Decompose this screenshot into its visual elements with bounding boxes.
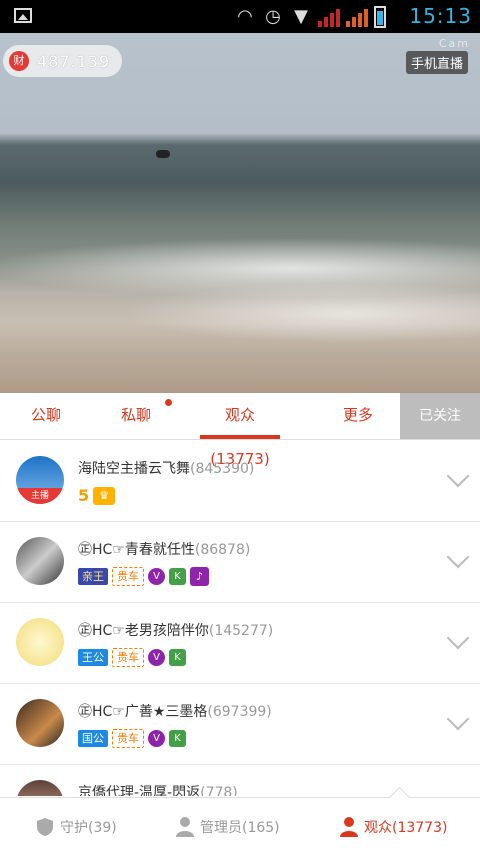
wealth-counter[interactable]: 财 487.139: [3, 45, 123, 77]
badge-car: 贵车: [112, 648, 144, 667]
mobile-live-badge: 手机直播: [405, 51, 468, 74]
badge-car: 贵车: [112, 567, 144, 586]
list-item[interactable]: ㊣HC☞老男孩陪伴你(145277) 王公 贵车 V K: [0, 602, 480, 684]
unread-dot: [165, 399, 172, 406]
image-notification-icon: [14, 8, 32, 23]
badge-v: V: [148, 649, 165, 666]
badge-title: 国公: [78, 730, 108, 747]
shield-icon: [37, 817, 53, 836]
user-name[interactable]: 海陆空主播云飞舞(845390): [78, 458, 254, 478]
active-tab-underline: [200, 435, 280, 439]
tab-private-chat[interactable]: 私聊: [108, 393, 172, 439]
host-tag: 主播: [16, 488, 64, 504]
badge-v: V: [148, 568, 165, 585]
camera-watermark: Cam: [438, 37, 470, 50]
tab-public-chat[interactable]: 公聊: [18, 393, 74, 439]
user-name[interactable]: ㊣HC☞广善★三墨格(697399): [78, 701, 272, 721]
badge-v: V: [148, 730, 165, 747]
list-item[interactable]: ㊣HC☞广善★三墨格(697399) 国公 贵车 V K: [0, 683, 480, 765]
wave-foam: [120, 283, 480, 343]
chevron-down-icon[interactable]: [446, 707, 470, 731]
wealth-value: 487.139: [37, 51, 111, 71]
user-name[interactable]: ㊣HC☞老男孩陪伴你(145277): [78, 620, 273, 640]
tab-audience[interactable]: 观众(13773): [200, 393, 280, 468]
bottom-tab-bar: 守护(39) 管理员(165) 观众(13773): [0, 786, 480, 855]
user-name[interactable]: ㊣HC☞青春就任性(86878): [78, 539, 250, 559]
wealth-icon: 财: [9, 51, 29, 71]
list-item[interactable]: 京僑代理-温厚-閃返(778): [0, 764, 480, 796]
tab-admins[interactable]: 管理员(165): [176, 798, 280, 855]
badge-title: 亲王: [78, 568, 108, 585]
person-icon: [176, 816, 194, 837]
avatar[interactable]: [16, 780, 64, 796]
room-tabs: 公聊 私聊 观众(13773) 更多 已关注: [0, 393, 480, 468]
music-note-icon: ♪: [190, 567, 209, 586]
avatar[interactable]: [16, 618, 64, 666]
avatar[interactable]: 主播: [16, 456, 64, 504]
list-item[interactable]: 主播 海陆空主播云飞舞(845390) 5 ♛: [0, 440, 480, 522]
wifi-icon: ▼: [294, 6, 308, 27]
person-icon: [340, 816, 358, 837]
crown-icon: ♛: [93, 486, 116, 505]
badges: 王公 贵车 V K: [78, 648, 186, 667]
user-name[interactable]: 京僑代理-温厚-閃返(778): [78, 782, 238, 796]
tab-guardians[interactable]: 守护(39): [36, 798, 117, 855]
chevron-down-icon[interactable]: [446, 464, 470, 488]
chevron-down-icon[interactable]: [446, 545, 470, 569]
status-bar: ◠ ◷ ▼ 15:13: [0, 0, 480, 33]
tab-more[interactable]: 更多: [334, 393, 382, 439]
signal-g-icon: [346, 7, 368, 27]
clock: 15:13: [409, 4, 472, 28]
badges: 5 ♛: [78, 486, 116, 505]
battery-icon: [374, 6, 386, 28]
badges: 国公 贵车 V K: [78, 729, 186, 748]
alarm-icon: ◷: [265, 6, 281, 27]
list-item[interactable]: ㊣HC☞青春就任性(86878) 亲王 贵车 V K ♪: [0, 521, 480, 603]
swimmer: [156, 150, 170, 158]
headphones-icon: ◠: [237, 6, 253, 27]
badge-k: K: [169, 649, 186, 666]
chevron-down-icon[interactable]: [446, 626, 470, 650]
badge-car: 贵车: [112, 729, 144, 748]
level-number: 5: [78, 486, 90, 505]
follow-button[interactable]: 已关注: [400, 393, 480, 439]
signal-icon: [318, 7, 340, 27]
avatar[interactable]: [16, 699, 64, 747]
badge-title: 王公: [78, 649, 108, 666]
audience-list[interactable]: 主播 海陆空主播云飞舞(845390) 5 ♛ ㊣HC☞青春就任性(86878)…: [0, 440, 480, 796]
avatar[interactable]: [16, 537, 64, 585]
badge-k: K: [169, 568, 186, 585]
badge-k: K: [169, 730, 186, 747]
tab-audience-bottom[interactable]: 观众(13773): [340, 798, 447, 855]
badges: 亲王 贵车 V K ♪: [78, 567, 209, 586]
live-video[interactable]: 财 487.139 Cam 手机直播: [0, 33, 480, 393]
status-icons: ◠ ◷ ▼: [234, 6, 386, 28]
